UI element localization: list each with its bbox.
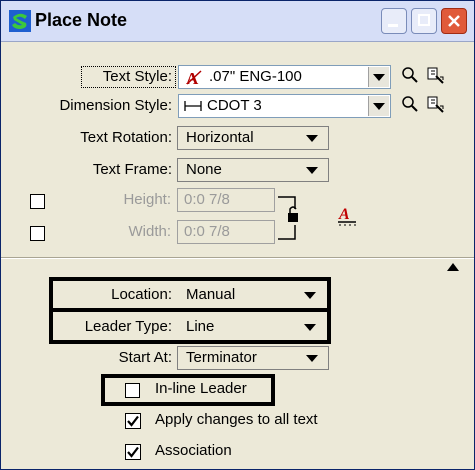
app-icon — [9, 10, 31, 32]
association-checkbox[interactable] — [125, 444, 141, 460]
text-style-icon: A — [186, 69, 202, 86]
apply-changes-label: Apply changes to all text — [155, 411, 318, 428]
section-divider — [1, 257, 474, 259]
lock-icon[interactable] — [277, 195, 301, 241]
width-checkbox[interactable] — [30, 226, 45, 241]
width-input[interactable]: 0:0 7/8 — [177, 220, 275, 244]
width-label: Width: — [128, 223, 171, 240]
height-input[interactable]: 0:0 7/8 — [177, 188, 275, 212]
location-select[interactable]: Manual — [177, 283, 327, 307]
start-at-select[interactable]: Terminator — [177, 346, 329, 370]
text-frame-value: None — [186, 161, 222, 178]
close-icon — [448, 15, 460, 27]
minimize-button[interactable] — [381, 8, 407, 34]
dimension-style-search-icon[interactable] — [401, 95, 419, 113]
window-title: Place Note — [35, 10, 128, 30]
dimension-style-dropdown-arrow[interactable] — [368, 96, 389, 116]
text-style-search-icon[interactable] — [401, 66, 419, 84]
start-at-label: Start At: — [118, 349, 172, 366]
association-label: Association — [155, 442, 232, 459]
location-arrow-icon — [304, 292, 316, 299]
text-style-value: .07" ENG-100 — [209, 68, 302, 85]
checkmark-icon — [127, 446, 139, 458]
text-rotation-value: Horizontal — [186, 129, 254, 146]
text-frame-label: Text Frame: — [92, 161, 172, 178]
height-checkbox[interactable] — [30, 194, 45, 209]
dimension-style-select[interactable]: CDOT 3 — [178, 94, 391, 118]
dimension-style-label: Dimension Style: — [59, 97, 172, 114]
leader-type-select[interactable]: Line — [177, 315, 327, 339]
text-style-select[interactable]: A .07" ENG-100 — [178, 65, 391, 89]
start-at-arrow-icon — [306, 355, 318, 362]
dimension-style-icon — [184, 101, 202, 111]
maximize-button[interactable] — [411, 8, 437, 34]
title-bar[interactable]: Place Note — [1, 1, 474, 42]
text-rotation-arrow-icon — [306, 135, 318, 142]
leader-type-arrow-icon — [304, 324, 316, 331]
dimension-style-edit-icon[interactable] — [426, 95, 446, 115]
inline-leader-checkbox[interactable] — [125, 383, 140, 398]
leader-type-value: Line — [186, 318, 215, 335]
height-value: 0:0 7/8 — [184, 191, 230, 208]
text-rotation-select[interactable]: Horizontal — [177, 126, 329, 150]
text-style-label: Text Style: — [102, 68, 172, 85]
location-label: Location: — [111, 286, 172, 303]
dimension-style-value: CDOT 3 — [207, 97, 262, 114]
collapse-arrow-icon[interactable] — [447, 263, 459, 271]
checkmark-icon — [127, 415, 139, 427]
width-value: 0:0 7/8 — [184, 223, 230, 240]
text-frame-arrow-icon — [306, 167, 318, 174]
place-note-window: Place Note Text Style: A .07" ENG-100 Di… — [0, 0, 475, 470]
close-button[interactable] — [441, 8, 467, 34]
text-underline-icon[interactable]: A — [337, 205, 359, 227]
apply-changes-checkbox[interactable] — [125, 413, 141, 429]
text-frame-select[interactable]: None — [177, 158, 329, 182]
inline-leader-label: In-line Leader — [155, 380, 247, 397]
leader-type-label: Leader Type: — [84, 318, 172, 335]
text-style-dropdown-arrow[interactable] — [368, 67, 389, 87]
text-style-edit-icon[interactable] — [426, 66, 446, 86]
start-at-value: Terminator — [186, 349, 257, 366]
location-value: Manual — [186, 286, 236, 303]
height-label: Height: — [123, 191, 171, 208]
svg-text:A: A — [338, 206, 350, 223]
text-rotation-label: Text Rotation: — [80, 129, 172, 146]
